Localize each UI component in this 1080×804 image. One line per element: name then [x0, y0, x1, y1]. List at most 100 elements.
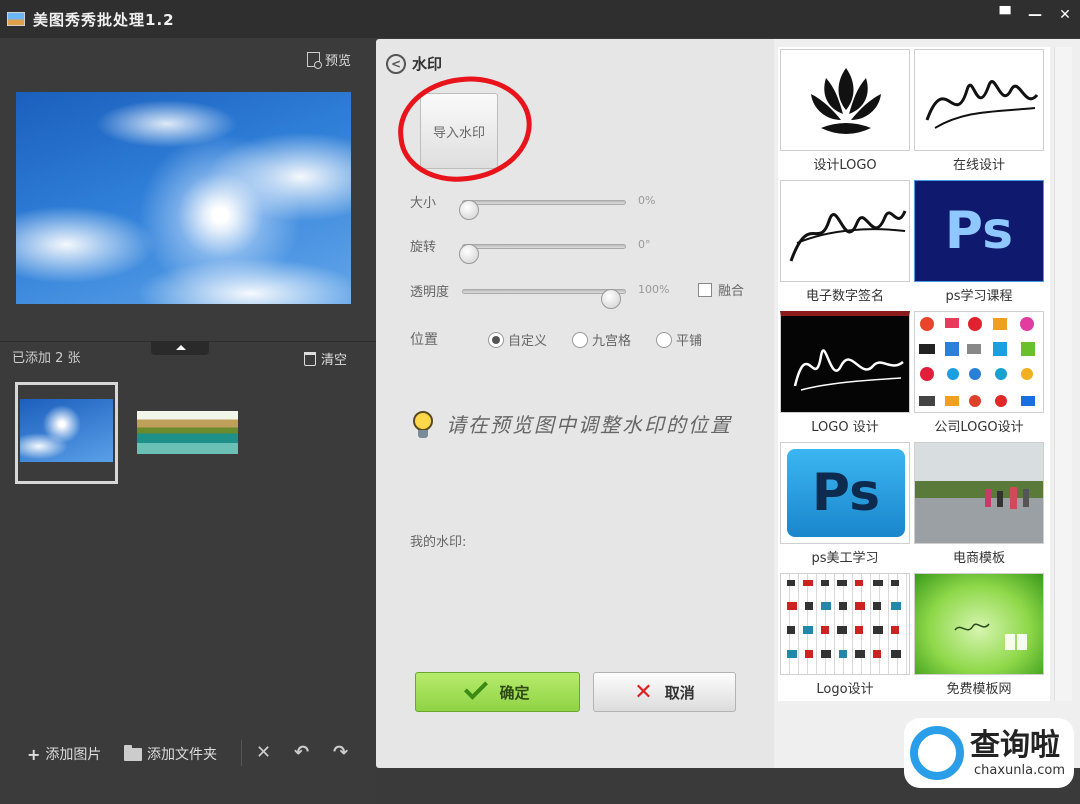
size-label: 大小 — [410, 196, 437, 211]
site-watermark-badge: 查询啦 chaxunla.com — [904, 718, 1074, 788]
add-folder-button[interactable]: 添加文件夹 — [124, 744, 217, 764]
radio-grid-label: 九宫格 — [592, 334, 632, 349]
gallery-item-label: Logo设计 — [816, 682, 874, 697]
opacity-value: 100% — [638, 283, 670, 296]
bottom-toolbar: + 添加图片 添加文件夹 ✕ ↶ ↷ — [0, 730, 376, 775]
dark-signature-image — [780, 311, 910, 413]
ps-logo-text: Ps — [944, 201, 1014, 261]
search-q-logo-icon — [910, 726, 964, 780]
ps-light-logo-image: Ps — [780, 442, 910, 544]
delete-icon[interactable]: ✕ — [256, 742, 271, 763]
gallery-item-label: ps学习课程 — [945, 289, 1013, 304]
rotate-left-icon[interactable]: ↶ — [294, 742, 309, 763]
watermark-panel: < 水印 导入水印 大小 0% 旋转 0° 透明度 100% 融合 位置 自定义… — [376, 39, 774, 768]
gallery-item[interactable]: 电商模板 — [914, 442, 1044, 568]
position-label: 位置 — [410, 332, 438, 348]
lotus-logo-image — [780, 49, 910, 151]
street-photo-image — [914, 442, 1044, 544]
confirm-button[interactable]: 确定 — [415, 672, 580, 712]
close-button[interactable]: ✕ — [1050, 0, 1080, 30]
gallery-item-label: 免费模板网 — [946, 682, 1012, 697]
size-slider-track[interactable] — [459, 200, 626, 220]
gallery-item-label: ps美工学习 — [811, 551, 879, 566]
preview-image[interactable] — [16, 92, 351, 304]
trash-icon — [304, 351, 316, 366]
gallery-item[interactable]: 设计LOGO — [780, 49, 910, 175]
cancel-button[interactable]: ✕ 取消 — [593, 672, 736, 712]
clear-button[interactable]: 清空 — [304, 349, 347, 368]
panel-header: < 水印 — [386, 53, 442, 74]
title-bar: 美图秀秀批处理1.2 ▀ — ✕ — [0, 0, 1080, 38]
logo-grid-image — [914, 311, 1044, 413]
add-folder-label: 添加文件夹 — [147, 747, 217, 763]
preview-label: 预览 — [325, 54, 352, 69]
radio-tile-dot[interactable] — [656, 331, 672, 348]
feedback-icon[interactable]: ▀ — [990, 0, 1020, 30]
template-gallery-panel: 设计LOGO 在线设计 电子数字签名 Ps ps学习课程 LOGO 设计 公司L… — [774, 39, 1080, 768]
confirm-label: 确定 — [499, 683, 530, 702]
opacity-slider-knob[interactable] — [601, 289, 621, 309]
folder-icon — [124, 744, 142, 761]
green-template-image — [914, 573, 1044, 675]
window-controls: ▀ — ✕ — [990, 0, 1080, 30]
gallery-item[interactable]: Ps ps美工学习 — [780, 442, 910, 568]
gallery-item-label: 公司LOGO设计 — [934, 420, 1024, 435]
plus-icon: + — [27, 744, 41, 764]
radio-tile-label: 平铺 — [676, 334, 703, 349]
blend-checkbox[interactable] — [698, 282, 712, 297]
position-row: 位置 自定义 九宫格 平铺 — [410, 329, 750, 351]
opacity-label: 透明度 — [410, 285, 450, 300]
gallery-item-label: 电商模板 — [952, 551, 1005, 566]
minimize-button[interactable]: — — [1020, 0, 1050, 30]
add-image-label: 添加图片 — [45, 747, 102, 763]
lightbulb-icon — [410, 405, 436, 441]
panel-title: 水印 — [412, 55, 443, 73]
radio-grid[interactable]: 九宫格 — [572, 330, 631, 349]
cancel-x-icon: ✕ — [634, 679, 653, 705]
cancel-label: 取消 — [664, 683, 695, 702]
badge-domain-text: chaxunla.com — [974, 762, 1065, 778]
collapse-up-icon[interactable] — [151, 341, 209, 355]
blend-checkbox-row[interactable]: 融合 — [698, 280, 744, 299]
gallery-item[interactable]: Ps ps学习课程 — [914, 180, 1044, 306]
rotate-slider-track[interactable] — [459, 244, 626, 264]
radio-custom-dot[interactable] — [488, 331, 504, 348]
gallery-item-label: LOGO 设计 — [811, 420, 879, 435]
ps-light-text: Ps — [787, 449, 905, 537]
gallery-item[interactable]: 公司LOGO设计 — [914, 311, 1044, 437]
app-icon — [7, 12, 25, 26]
radio-grid-dot[interactable] — [572, 331, 588, 348]
tip-row: 请在预览图中调整水印的位置 — [410, 405, 732, 441]
size-slider-knob[interactable] — [459, 200, 479, 220]
thumbnail-selected[interactable] — [15, 382, 118, 484]
signature-image — [914, 49, 1044, 151]
logo-sheet-image — [780, 573, 910, 675]
red-annotation-circle — [392, 70, 538, 188]
rotate-value: 0° — [638, 238, 651, 251]
gallery-item[interactable]: 电子数字签名 — [780, 180, 910, 306]
preview-button[interactable]: 预览 — [307, 50, 351, 69]
gallery-item[interactable]: 免费模板网 — [914, 573, 1044, 699]
gallery-item[interactable]: 在线设计 — [914, 49, 1044, 175]
add-image-button[interactable]: + 添加图片 — [27, 744, 101, 764]
gallery-scrollbar[interactable] — [1054, 47, 1072, 701]
toolbar-separator — [241, 740, 242, 766]
thumbnail-lake[interactable] — [137, 411, 238, 454]
gallery-item[interactable]: Logo设计 — [780, 573, 910, 699]
back-arrow-icon[interactable]: < — [386, 53, 406, 74]
rotate-label: 旋转 — [410, 240, 437, 255]
opacity-slider-track[interactable] — [462, 289, 626, 309]
gallery-item-label: 设计LOGO — [813, 158, 877, 173]
radio-tile[interactable]: 平铺 — [656, 330, 702, 349]
tip-text: 请在预览图中调整水印的位置 — [446, 412, 732, 437]
window-title: 美图秀秀批处理1.2 — [33, 10, 175, 29]
rotate-right-icon[interactable]: ↷ — [333, 742, 348, 763]
gallery-item[interactable]: LOGO 设计 — [780, 311, 910, 437]
gallery-item-label: 电子数字签名 — [805, 289, 884, 304]
rotate-slider-knob[interactable] — [459, 244, 479, 264]
check-icon — [464, 675, 489, 700]
thumbnail-sky — [20, 399, 113, 462]
badge-chinese-text: 查询啦 — [970, 727, 1060, 763]
template-gallery: 设计LOGO 在线设计 电子数字签名 Ps ps学习课程 LOGO 设计 公司L… — [778, 47, 1050, 701]
radio-custom[interactable]: 自定义 — [488, 330, 547, 349]
